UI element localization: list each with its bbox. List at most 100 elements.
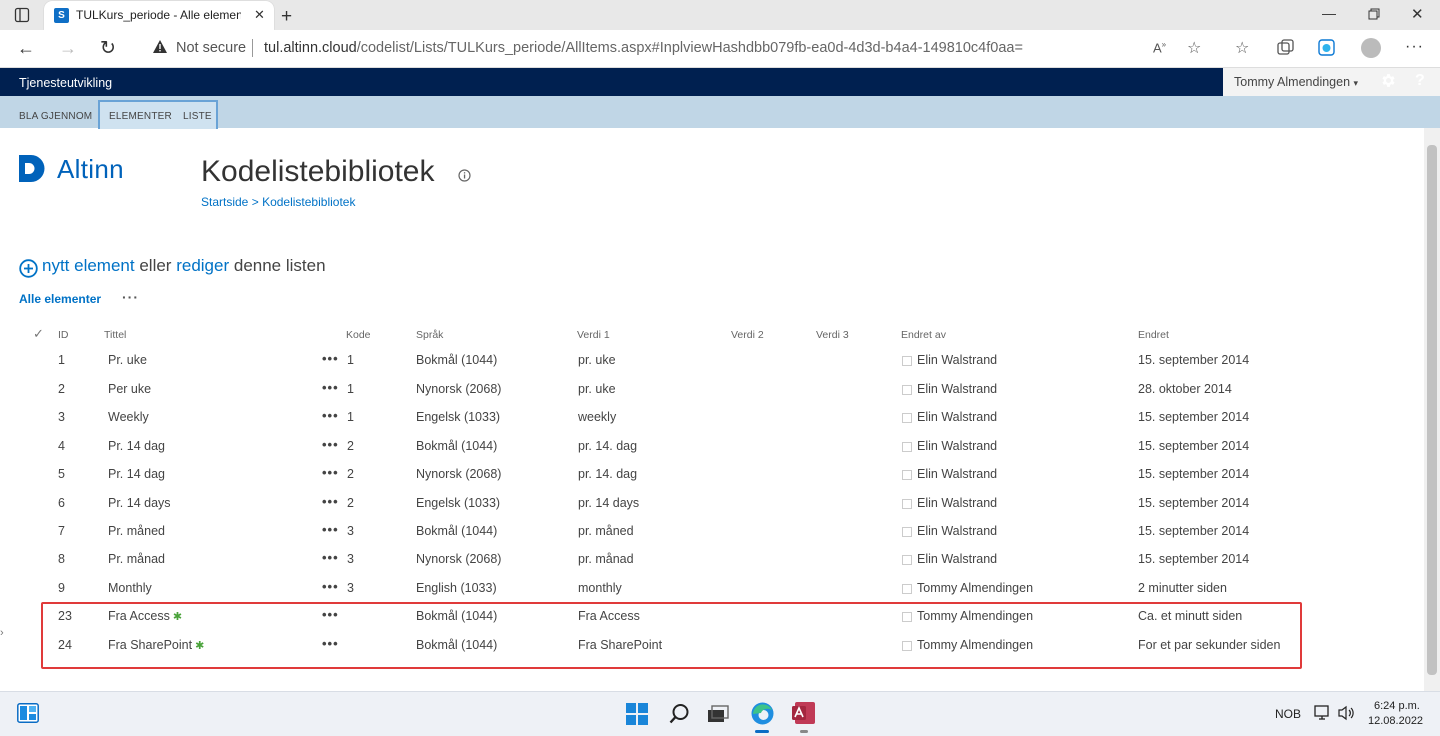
row-menu-icon[interactable]: •••	[322, 522, 339, 537]
back-icon[interactable]: ←	[17, 38, 35, 59]
breadcrumb-current[interactable]: Kodelistebibliotek	[262, 195, 355, 209]
table-row[interactable]: 5 Pr. 14 dag 2 Nynorsk (2068) pr. 14. dag Eli…	[0, 461, 1420, 489]
row-menu-icon[interactable]: •••	[322, 380, 339, 395]
column-header-title[interactable]: Tittel	[104, 329, 126, 341]
view-selector[interactable]: Alle elementer	[19, 292, 101, 306]
edge-browser-icon[interactable]	[750, 701, 775, 726]
column-header-kode[interactable]: Kode	[346, 329, 371, 341]
column-header-verdi1[interactable]: Verdi 1	[577, 329, 610, 341]
row-menu-icon[interactable]: •••	[322, 494, 339, 509]
help-icon[interactable]: ?	[1415, 72, 1425, 90]
presence-checkbox[interactable]	[902, 356, 912, 366]
collections-icon[interactable]	[1277, 39, 1294, 56]
browser-menu-icon[interactable]: ···	[1405, 38, 1424, 56]
cell-title[interactable]: Pr. månad	[108, 552, 165, 566]
logo-text[interactable]: Altinn	[57, 154, 124, 185]
access-app-icon[interactable]	[792, 701, 816, 725]
cell-title[interactable]: Pr. 14 dag	[108, 439, 165, 453]
column-header-id[interactable]: ID	[58, 329, 69, 341]
table-row[interactable]: 7 Pr. måned 3 Bokmål (1044) pr. måned Elin Wa…	[0, 518, 1420, 546]
cell-title[interactable]: Monthly	[108, 581, 152, 595]
row-menu-icon[interactable]: •••	[322, 351, 339, 366]
presence-checkbox[interactable]	[902, 499, 912, 509]
profile-avatar[interactable]	[1361, 38, 1381, 58]
presence-checkbox[interactable]	[902, 470, 912, 480]
row-menu-icon[interactable]: •••	[322, 408, 339, 423]
info-icon[interactable]	[458, 169, 471, 182]
cell-endret-av: Elin Walstrand	[917, 552, 998, 566]
row-menu-icon[interactable]: •••	[322, 437, 339, 452]
user-menu[interactable]: Tommy Almendingen ▾	[1223, 68, 1440, 96]
window-close-icon[interactable]: ✕	[1411, 5, 1424, 23]
cell-title[interactable]: Pr. 14 days	[108, 496, 171, 510]
presence-checkbox[interactable]	[902, 555, 912, 565]
table-row[interactable]: 9 Monthly 3 English (1033) monthly Tommy Alme…	[0, 575, 1420, 603]
cell-title[interactable]: Per uke	[108, 382, 151, 396]
row-menu-icon[interactable]: •••	[322, 465, 339, 480]
cell-title[interactable]: Pr. måned	[108, 524, 165, 538]
presence-checkbox[interactable]	[902, 413, 912, 423]
widgets-icon[interactable]	[17, 703, 39, 723]
column-header-endret[interactable]: Endret	[1138, 329, 1169, 341]
browser-tab[interactable]: S TULKurs_periode - Alle elemente ✕	[44, 1, 274, 30]
table-row[interactable]: 4 Pr. 14 dag 2 Bokmål (1044) pr. 14. dag Elin…	[0, 433, 1420, 461]
refresh-icon[interactable]: ↻	[100, 37, 116, 60]
warning-icon[interactable]	[152, 39, 168, 54]
column-header-verdi3[interactable]: Verdi 3	[816, 329, 849, 341]
windows-start-icon[interactable]	[626, 703, 648, 725]
minimize-icon[interactable]: —	[1322, 5, 1336, 21]
gear-icon[interactable]	[1380, 72, 1397, 89]
breadcrumb-separator: >	[251, 195, 259, 209]
cell-endret-av: Elin Walstrand	[917, 353, 998, 367]
column-header-sprak[interactable]: Språk	[416, 329, 443, 341]
cell-title[interactable]: Pr. 14 dag	[108, 467, 165, 481]
volume-icon[interactable]	[1338, 705, 1355, 721]
column-header-verdi2[interactable]: Verdi 2	[731, 329, 764, 341]
new-item-link[interactable]: nytt element	[42, 256, 135, 275]
presence-checkbox[interactable]	[902, 385, 912, 395]
clock-time[interactable]: 6:24 p.m.	[1374, 700, 1420, 712]
presence-checkbox[interactable]	[902, 584, 912, 594]
add-circle-icon[interactable]	[19, 259, 38, 278]
select-all-check-icon[interactable]: ✓	[33, 326, 44, 342]
row-menu-icon[interactable]: •••	[322, 550, 339, 565]
presence-checkbox[interactable]	[902, 442, 912, 452]
task-view-icon[interactable]	[707, 705, 729, 723]
table-row[interactable]: 8 Pr. månad 3 Nynorsk (2068) pr. månad Elin W…	[0, 546, 1420, 574]
security-label[interactable]: Not secure	[176, 40, 246, 56]
view-more-icon[interactable]: ···	[122, 289, 139, 305]
breadcrumb-home[interactable]: Startside	[201, 195, 248, 209]
read-aloud-icon[interactable]: A»	[1153, 40, 1166, 55]
ribbon-tab-items[interactable]: ELEMENTER	[109, 111, 172, 122]
url-text[interactable]: tul.altinn.cloud/codelist/Lists/TULKurs_…	[264, 40, 1023, 56]
ribbon-tab-browse[interactable]: BLA GJENNOM	[19, 111, 92, 122]
clock-date[interactable]: 12.08.2022	[1368, 715, 1423, 727]
favorites-icon[interactable]: ☆	[1235, 38, 1249, 58]
network-icon[interactable]	[1314, 705, 1332, 721]
new-tab-icon[interactable]: +	[281, 6, 292, 28]
add-favorite-icon[interactable]: ☆	[1187, 38, 1201, 58]
suite-brand[interactable]: Tjenesteutvikling	[19, 76, 112, 90]
altinn-logo-icon[interactable]	[19, 155, 47, 182]
tab-close-icon[interactable]: ✕	[254, 7, 265, 23]
row-menu-icon[interactable]: •••	[322, 579, 339, 594]
table-row[interactable]: 1 Pr. uke 1 Bokmål (1044) pr. uke Elin Walstr…	[0, 347, 1420, 375]
scrollbar-thumb[interactable]	[1427, 145, 1437, 675]
table-row[interactable]: 2 Per uke 1 Nynorsk (2068) pr. uke Elin Walst…	[0, 376, 1420, 404]
ribbon-tab-list[interactable]: LISTE	[183, 111, 212, 122]
restore-icon[interactable]	[1368, 8, 1380, 20]
tab-actions-icon[interactable]	[14, 7, 30, 23]
column-header-endret-av[interactable]: Endret av	[901, 329, 946, 341]
address-bar[interactable]: Not secure tul.altinn.cloud/codelist/Lis…	[136, 34, 1214, 63]
cell-verdi1: pr. 14. dag	[578, 467, 638, 481]
forward-icon[interactable]: →	[59, 38, 77, 59]
search-icon[interactable]	[669, 703, 690, 724]
table-row[interactable]: 6 Pr. 14 days 2 Engelsk (1033) pr. 14 days El…	[0, 490, 1420, 518]
cell-title[interactable]: Weekly	[108, 410, 149, 424]
edit-list-link[interactable]: rediger	[176, 256, 229, 275]
presence-checkbox[interactable]	[902, 527, 912, 537]
cell-title[interactable]: Pr. uke	[108, 353, 147, 367]
table-row[interactable]: 3 Weekly 1 Engelsk (1033) weekly Elin Walstra…	[0, 404, 1420, 432]
input-language[interactable]: NOB	[1275, 707, 1301, 721]
edge-extension-icon[interactable]	[1318, 39, 1335, 56]
